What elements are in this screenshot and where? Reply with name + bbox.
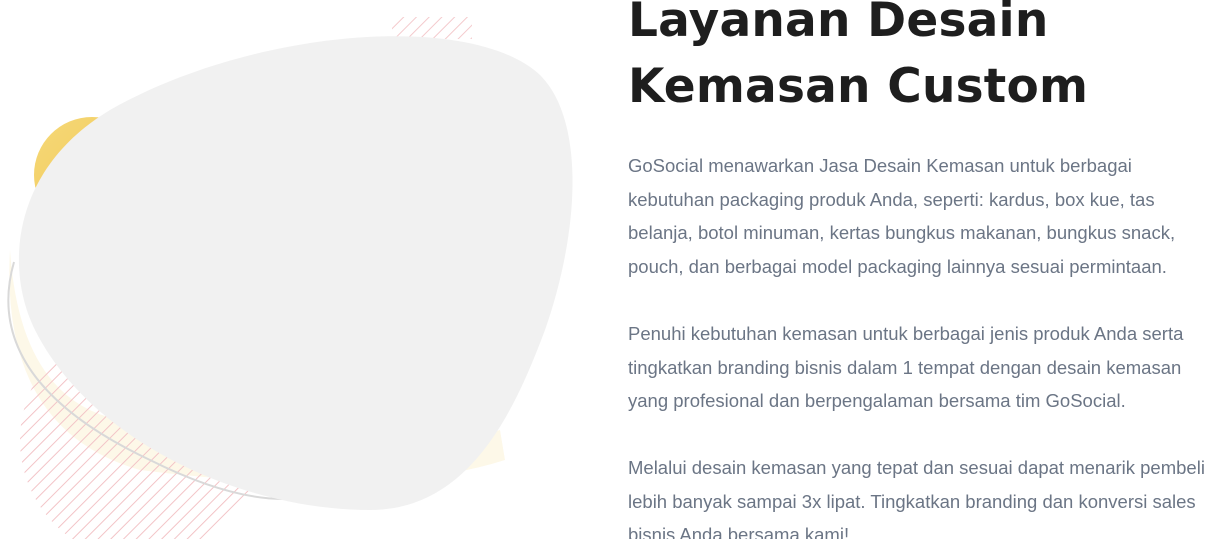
hero-illustration (0, 0, 600, 539)
paragraph-line: tingkatkan branding bisnis dalam 1 tempa… (628, 356, 1182, 378)
paragraph-line: pouch, dan berbagai model packaging lain… (628, 256, 1167, 278)
section-title: Layanan Desain Kemasan Custom (628, 0, 1227, 120)
paragraph-line: lebih banyak sampai 3x lipat. Tingkatkan… (628, 490, 1196, 512)
decorative-shapes (7, 17, 573, 539)
title-line: Kemasan Custom (628, 59, 1089, 114)
intro-paragraph: GoSocial menawarkan Jasa Desain Kemasan … (628, 149, 1227, 284)
paragraph-line: bisnis Anda bersama kami! (628, 524, 850, 539)
title-line: Layanan Desain (628, 0, 1049, 48)
conversion-paragraph: Melalui desain kemasan yang tepat dan se… (628, 451, 1227, 539)
benefit-paragraph: Penuhi kebutuhan kemasan untuk berbagai … (628, 317, 1227, 418)
paragraph-line: GoSocial menawarkan Jasa Desain Kemasan … (628, 155, 1132, 176)
paragraph-line: Melalui desain kemasan yang tepat dan se… (628, 456, 1205, 478)
paragraph-line: yang profesional dan berpengalaman bersa… (628, 390, 1126, 412)
paragraph-line: Penuhi kebutuhan kemasan untuk berbagai … (628, 322, 1184, 344)
packaging-design-section: Layanan Desain Kemasan Custom GoSocial m… (0, 0, 1227, 539)
paragraph-line: belanja, botol minuman, kertas bungkus m… (628, 222, 1176, 244)
paragraph-line: kebutuhan packaging produk Anda, seperti… (628, 188, 1155, 210)
section-content: Layanan Desain Kemasan Custom GoSocial m… (628, 0, 1227, 539)
top-stripe-decoration (392, 17, 472, 39)
